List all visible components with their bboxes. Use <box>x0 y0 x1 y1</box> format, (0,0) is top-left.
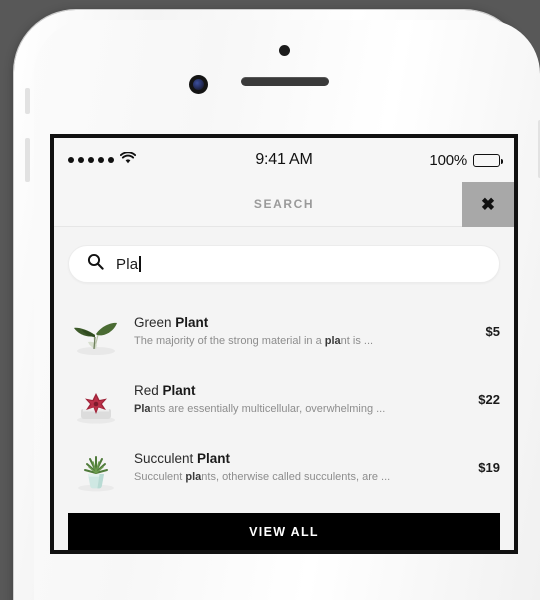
status-bar: 9:41 AM 100% <box>54 138 514 182</box>
list-item[interactable]: Red Plant Plants are essentially multice… <box>68 365 500 433</box>
battery-icon <box>473 153 503 167</box>
status-bar-left <box>68 151 284 169</box>
search-panel: Pla Green Plant The majority of the stro… <box>54 227 514 550</box>
phone-body: 9:41 AM 100% SEARCH ✖ Pla Green Plant Th… <box>14 10 540 600</box>
result-title: Succulent Plant <box>134 451 460 466</box>
result-title-match: Plant <box>197 451 231 466</box>
nav-bar: SEARCH ✖ <box>54 182 514 227</box>
close-icon: ✖ <box>480 195 496 214</box>
result-desc-pre: Succulent <box>134 471 186 483</box>
red-plant-thumbnail <box>68 373 124 425</box>
result-desc-post: nt is ... <box>340 335 374 347</box>
list-item[interactable]: Green Plant The majority of the strong m… <box>68 297 500 365</box>
result-title-match: Plant <box>162 383 196 398</box>
close-button[interactable]: ✖ <box>462 182 514 227</box>
result-price: $5 <box>485 323 500 339</box>
page-title: SEARCH <box>253 197 315 211</box>
mute-switch[interactable] <box>25 88 30 114</box>
result-title-plain: Green <box>134 315 176 330</box>
green-plant-thumbnail <box>68 305 124 357</box>
view-all-container: VIEW ALL <box>54 501 514 550</box>
front-camera-icon <box>189 75 208 94</box>
search-results-list: Green Plant The majority of the strong m… <box>54 293 514 501</box>
result-description: The majority of the strong material in a… <box>134 335 468 347</box>
result-title: Green Plant <box>134 315 468 330</box>
result-desc-match: pla <box>185 471 202 483</box>
result-desc-post: nts are essentially multicellular, overw… <box>150 403 386 415</box>
result-desc-post: nts, otherwise called succulents, are ..… <box>201 471 391 483</box>
screenshot-root: 9:41 AM 100% SEARCH ✖ Pla Green Plant Th… <box>0 0 540 600</box>
result-desc-match: pla <box>324 335 341 347</box>
proximity-sensor-icon <box>279 45 290 56</box>
search-input[interactable]: Pla <box>68 245 500 283</box>
search-field-container: Pla <box>54 227 514 293</box>
result-text-block: Succulent Plant Succulent plants, otherw… <box>134 451 460 483</box>
result-title-plain: Succulent <box>134 451 198 466</box>
result-description: Plants are essentially multicellular, ov… <box>134 403 460 415</box>
result-text-block: Green Plant The majority of the strong m… <box>134 315 468 347</box>
phone-screen: 9:41 AM 100% SEARCH ✖ Pla Green Plant Th… <box>54 138 514 550</box>
list-item[interactable]: Succulent Plant Succulent plants, otherw… <box>68 433 500 501</box>
view-all-button[interactable]: VIEW ALL <box>68 513 500 550</box>
result-desc-pre: The majority of the strong material in a <box>134 335 325 347</box>
result-price: $19 <box>478 459 500 475</box>
result-title: Red Plant <box>134 383 460 398</box>
wifi-icon <box>119 151 137 169</box>
search-input-text: Pla <box>116 256 141 273</box>
cellular-signal-icon <box>68 157 114 163</box>
battery-percent-label: 100% <box>429 151 467 169</box>
result-price: $22 <box>478 391 500 407</box>
screen-bezel: 9:41 AM 100% SEARCH ✖ Pla Green Plant Th… <box>50 134 518 554</box>
result-title-match: Plant <box>175 315 209 330</box>
earpiece-speaker <box>241 77 329 86</box>
volume-button[interactable] <box>25 138 30 182</box>
text-cursor <box>139 256 141 272</box>
result-description: Succulent plants, otherwise called succu… <box>134 471 460 483</box>
succulent-plant-thumbnail <box>68 441 124 493</box>
result-desc-match: Pla <box>134 403 151 415</box>
search-icon <box>87 253 104 275</box>
search-query-value: Pla <box>116 255 139 273</box>
result-text-block: Red Plant Plants are essentially multice… <box>134 383 460 415</box>
result-title-plain: Red <box>134 383 163 398</box>
status-bar-right: 100% <box>284 151 503 169</box>
